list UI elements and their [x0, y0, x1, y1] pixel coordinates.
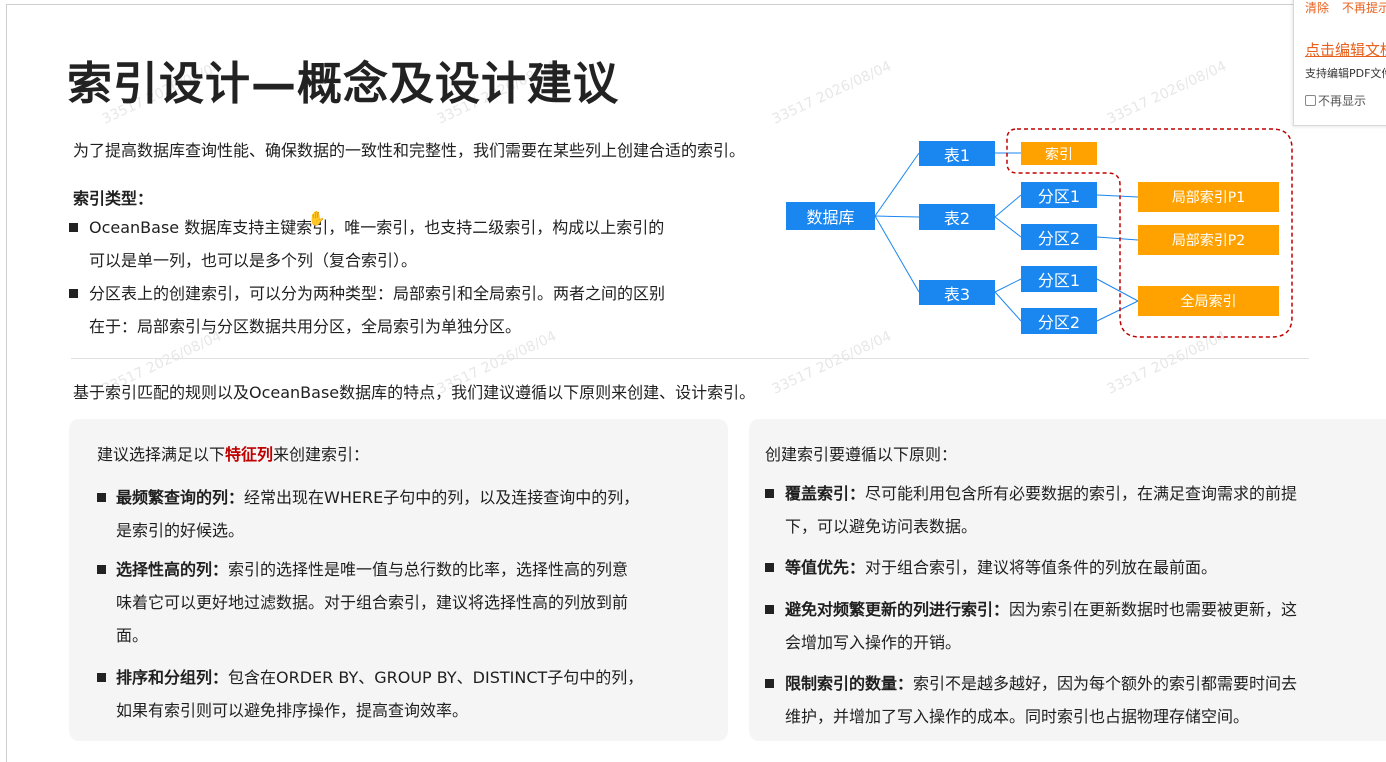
item-title: 等值优先：: [785, 558, 866, 577]
item-text: 尽可能利用包含所有必要数据的索引，在满足查询需求的前提: [865, 484, 1298, 503]
no-show-label: 不再显示: [1318, 94, 1367, 108]
item-text: 因为索引在更新数据时也需要被更新，这: [1009, 600, 1298, 619]
edit-document-link[interactable]: 点击编辑文档: [1305, 39, 1386, 60]
global-index-node: 全局索引: [1138, 286, 1279, 316]
item-text: 味着它可以更好地过滤数据。对于组合索引，建议将选择性高的列放到前: [116, 593, 629, 612]
card-heading: 建议选择满足以下特征列来创建索引：: [97, 441, 369, 465]
list-item: 排序和分组列：包含在ORDER BY、GROUP BY、DISTINCT子句中的…: [97, 661, 717, 727]
list-item: 等值优先：对于组合索引，建议将等值条件的列放在最前面。: [765, 551, 1385, 584]
slide: 33517 2026/08/04 33517 2026/08/04 33517 …: [6, 4, 1386, 762]
item-text: 索引的选择性是唯一值与总行数的比率，选择性高的列意: [228, 560, 629, 579]
bullet-square-icon: [765, 489, 774, 498]
clear-link[interactable]: 清除: [1305, 0, 1329, 16]
database-node: 数据库: [786, 202, 875, 230]
divider: [71, 358, 1309, 359]
item-text: 会增加写入操作的开销。: [785, 633, 962, 652]
item-title: 避免对频繁更新的列进行索引：: [785, 600, 1010, 619]
table2-node: 表2: [919, 204, 995, 230]
list-item: 选择性高的列：索引的选择性是唯一值与总行数的比率，选择性高的列意 味着它可以更好…: [97, 553, 717, 652]
index-node: 索引: [1021, 142, 1097, 165]
item-title: 最频繁查询的列：: [116, 488, 245, 507]
index-principles-card: 创建索引要遵循以下原则： 覆盖索引：尽可能利用包含所有必要数据的索引，在满足查询…: [749, 419, 1386, 741]
heading-text: 建议选择满足以下: [97, 445, 226, 464]
bullet-square-icon: [765, 563, 774, 572]
list-item: 避免对频繁更新的列进行索引：因为索引在更新数据时也需要被更新，这 会增加写入操作…: [765, 593, 1385, 659]
no-more-prompt-link[interactable]: 不再提示: [1342, 0, 1386, 16]
table1-node: 表1: [919, 141, 995, 166]
item-title: 排序和分组列：: [116, 668, 229, 687]
table3-partition1-node: 分区1: [1021, 266, 1097, 292]
table2-partition2-node: 分区2: [1021, 224, 1097, 250]
pointer-cursor-icon: ✋: [308, 211, 326, 227]
item-text: 经常出现在WHERE子句中的列，以及连接查询中的列，: [244, 488, 640, 507]
no-show-checkbox[interactable]: 不再显示: [1305, 92, 1366, 109]
list-item: 覆盖索引：尽可能利用包含所有必要数据的索引，在满足查询需求的前提 下，可以避免访…: [765, 477, 1385, 543]
item-text: 是索引的好候选。: [116, 521, 245, 540]
bullet-square-icon: [97, 673, 106, 682]
item-title: 限制索引的数量：: [785, 674, 914, 693]
feature-columns-card: 建议选择满足以下特征列来创建索引： 最频繁查询的列：经常出现在WHERE子句中的…: [69, 419, 728, 741]
item-title: 选择性高的列：: [116, 560, 229, 579]
heading-highlight: 特征列: [225, 445, 274, 464]
local-index-p1-node: 局部索引P1: [1138, 182, 1279, 212]
table3-partition2-node: 分区2: [1021, 308, 1097, 334]
item-text: 下，可以避免访问表数据。: [785, 517, 978, 536]
bullet-square-icon: [97, 565, 106, 574]
bullet-square-icon: [97, 493, 106, 502]
item-text: 包含在ORDER BY、GROUP BY、DISTINCT子句中的列，: [228, 668, 644, 687]
list-item: 最频繁查询的列：经常出现在WHERE子句中的列，以及连接查询中的列， 是索引的好…: [97, 481, 717, 547]
table2-partition1-node: 分区1: [1021, 182, 1097, 208]
checkbox-icon[interactable]: [1305, 95, 1316, 106]
table3-node: 表3: [919, 280, 995, 305]
list-item: 限制索引的数量：索引不是越多越好，因为每个额外的索引都需要时间去 维护，并增加了…: [765, 667, 1385, 733]
principle-text: 基于索引匹配的规则以及OceanBase数据库的特点，我们建议遵循以下原则来创建…: [73, 383, 756, 402]
item-text: 对于组合索引，建议将等值条件的列放在最前面。: [865, 558, 1218, 577]
card-heading: 创建索引要遵循以下原则：: [765, 445, 958, 464]
item-text: 如果有索引则可以避免排序操作，提高查询效率。: [116, 701, 469, 720]
bullet-square-icon: [765, 605, 774, 614]
bullet-square-icon: [765, 679, 774, 688]
edit-prompt-popup: 清除 不再提示 点击编辑文档 支持编辑PDF文件 不再显示: [1293, 0, 1386, 126]
heading-text: 来创建索引：: [273, 445, 370, 464]
local-index-p2-node: 局部索引P2: [1138, 225, 1279, 255]
item-text: 维护，并增加了写入操作的成本。同时索引也占据物理存储空间。: [785, 707, 1250, 726]
support-text: 支持编辑PDF文件: [1305, 67, 1386, 80]
item-text: 面。: [116, 626, 149, 645]
item-text: 索引不是越多越好，因为每个额外的索引都需要时间去: [913, 674, 1298, 693]
item-title: 覆盖索引：: [785, 484, 866, 503]
